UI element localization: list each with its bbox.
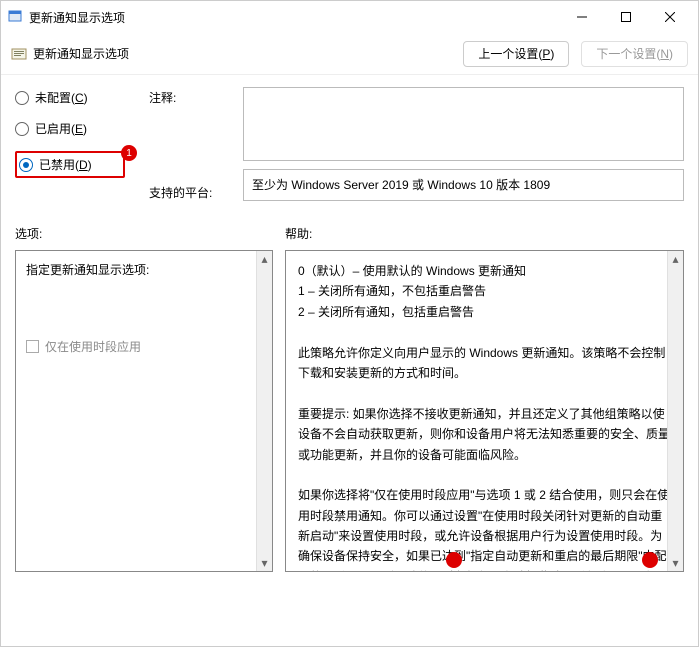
close-button[interactable] [648,3,692,31]
scroll-down-icon[interactable]: ▾ [257,555,272,571]
app-icon [7,9,23,25]
radio-icon [19,158,33,172]
scrollbar[interactable]: ▴ ▾ [667,251,683,571]
radio-label: 已禁用(D) [39,156,92,173]
scrollbar[interactable]: ▴ ▾ [256,251,272,571]
help-pane: 0（默认）– 使用默认的 Windows 更新通知 1 – 关闭所有通知，不包括… [285,250,684,572]
policy-icon [11,46,27,62]
radio-icon [15,91,29,105]
options-label: 选项: [15,225,285,242]
minimize-button[interactable] [560,3,604,31]
options-pane: 指定更新通知显示选项: 仅在使用时段应用 ▴ ▾ [15,250,273,572]
header: 更新通知显示选项 上一个设置(P) 下一个设置(N) [1,33,698,75]
help-label: 帮助: [285,225,312,242]
active-hours-checkbox[interactable]: 仅在使用时段应用 [26,338,262,355]
annotation-badge: 1 [121,145,137,161]
next-setting-button[interactable]: 下一个设置(N) [581,41,688,67]
maximize-button[interactable] [604,3,648,31]
checkbox-label: 仅在使用时段应用 [45,338,141,355]
radio-label: 已启用(E) [35,120,87,137]
policy-title: 更新通知显示选项 [33,45,463,62]
help-text: 0（默认）– 使用默认的 Windows 更新通知 1 – 关闭所有通知，不包括… [286,251,683,572]
radio-enabled[interactable]: 已启用(E) [15,120,125,137]
supported-label: 支持的平台: [149,184,219,201]
radio-label: 未配置(C) [35,89,88,106]
comment-label: 注释: [149,89,219,106]
scroll-up-icon[interactable]: ▴ [668,251,683,267]
options-title: 指定更新通知显示选项: [26,261,262,278]
titlebar: 更新通知显示选项 [1,1,698,33]
comment-input[interactable] [243,87,684,161]
scroll-up-icon[interactable]: ▴ [257,251,272,267]
previous-setting-button[interactable]: 上一个设置(P) [463,41,569,67]
radio-disabled[interactable]: 已禁用(D) 1 [15,151,125,178]
supported-platform: 至少为 Windows Server 2019 或 Windows 10 版本 … [243,169,684,201]
window-title: 更新通知显示选项 [29,9,560,26]
radio-not-configured[interactable]: 未配置(C) [15,89,125,106]
radio-icon [15,122,29,136]
scroll-down-icon[interactable]: ▾ [668,555,683,571]
checkbox-icon [26,340,39,353]
